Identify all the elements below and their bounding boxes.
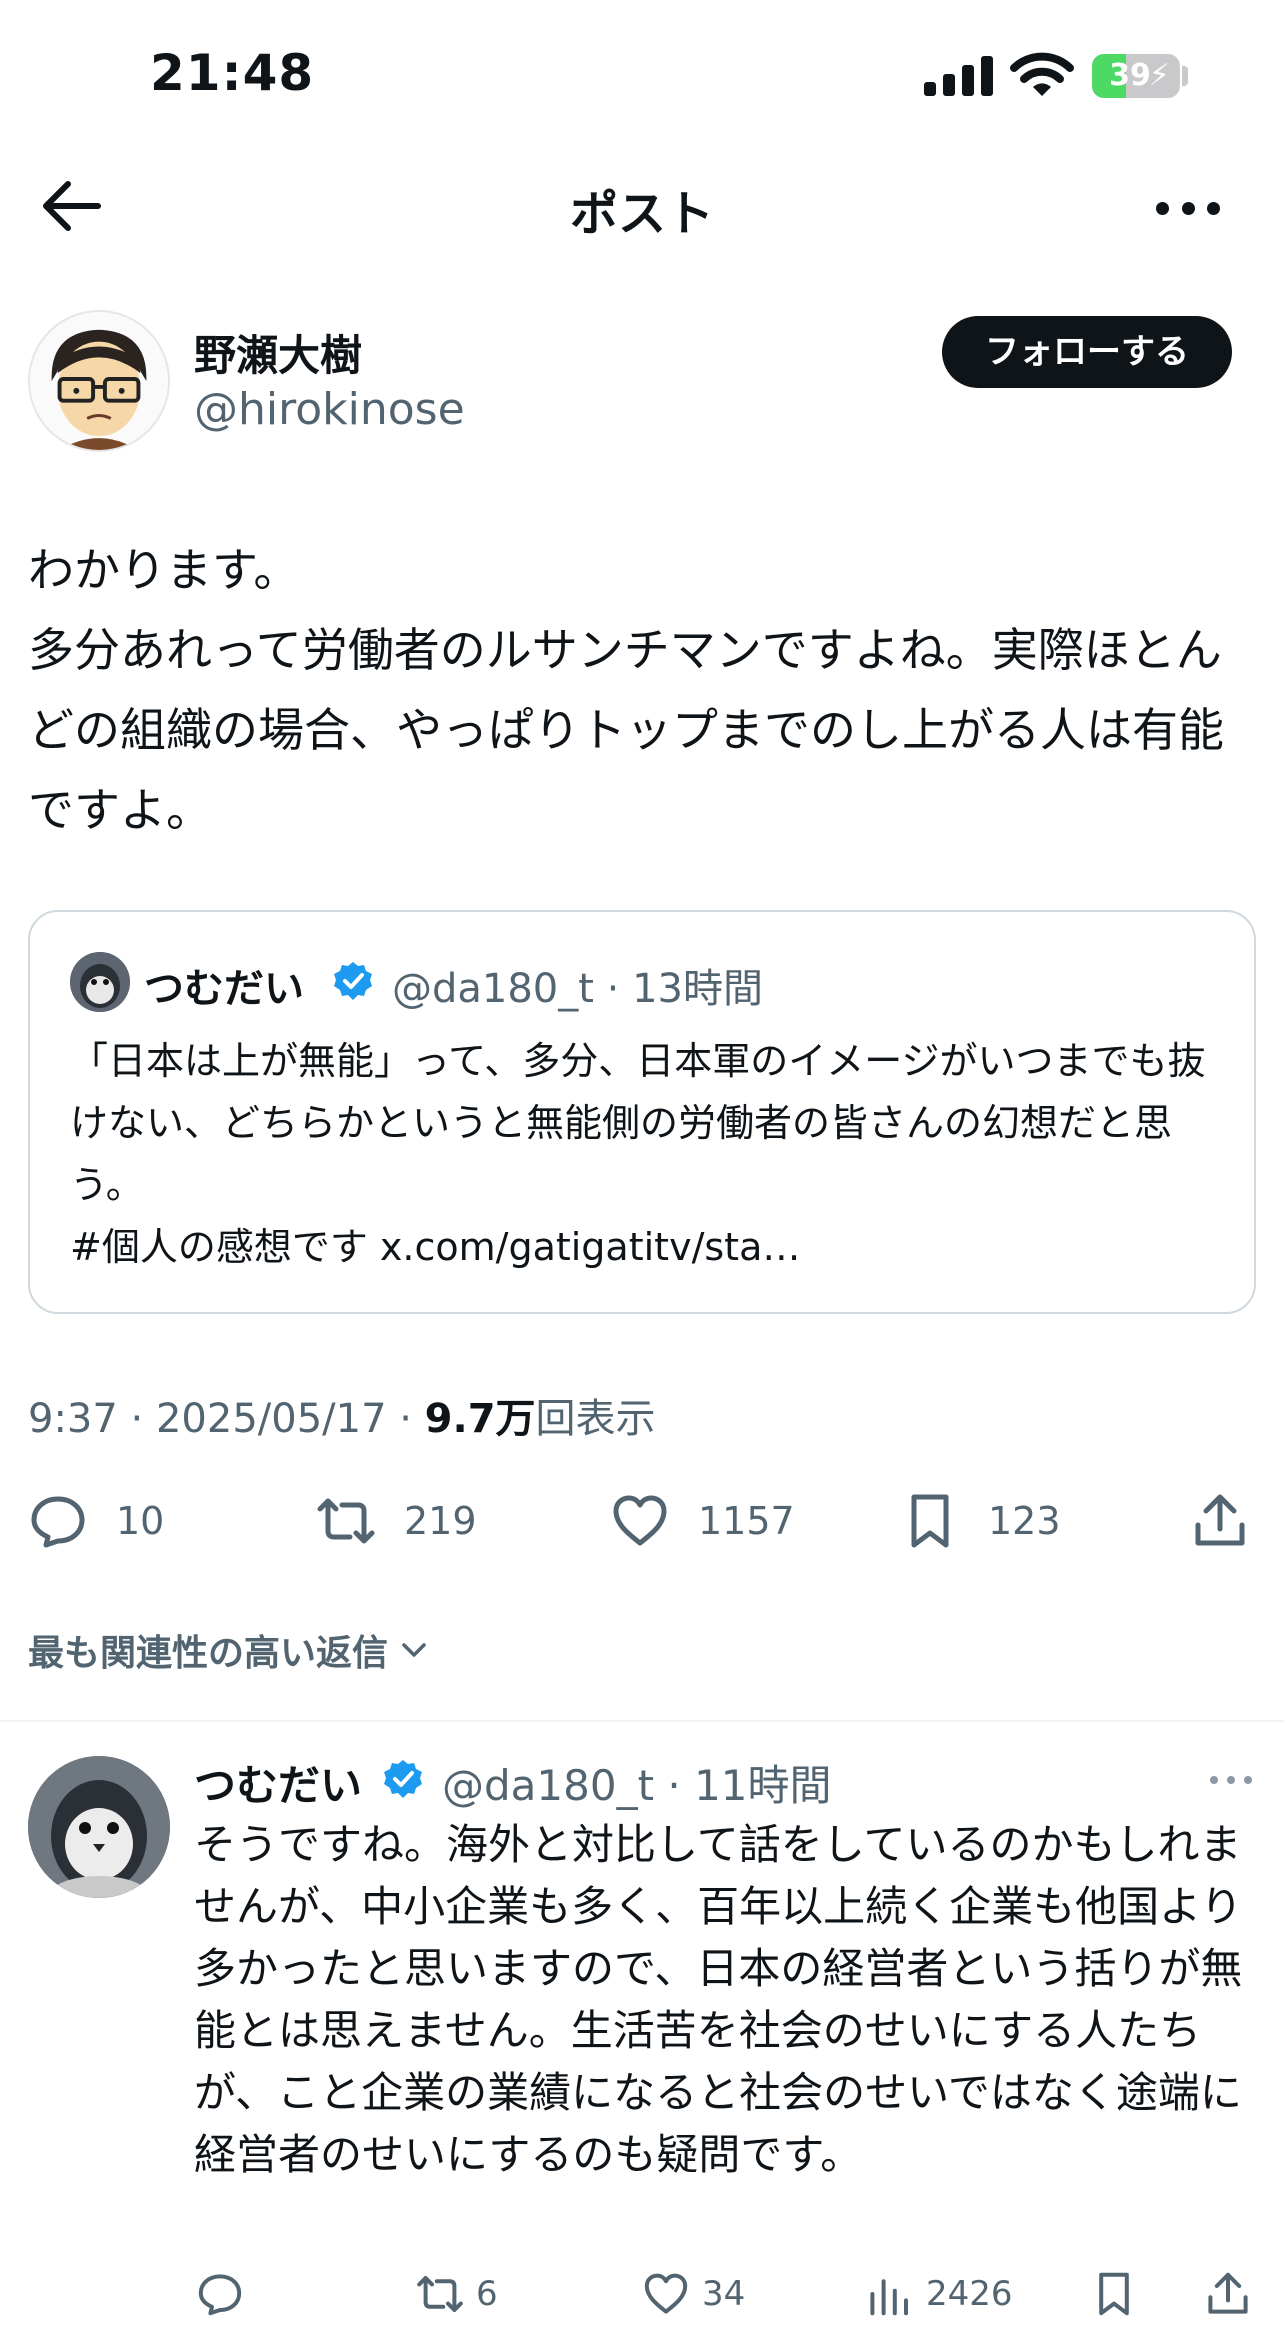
- heart-icon: [613, 1495, 667, 1546]
- reply-repost-count: 6: [476, 2274, 498, 2314]
- reply-text: そうですね。海外と対比して話をしているのかもしれませんが、中小企業も多く、百年以…: [194, 1820, 1243, 2179]
- verified-badge-icon: [384, 1760, 422, 1798]
- reply-icon: [31, 1496, 85, 1548]
- avatar-illustration: [28, 1756, 170, 1898]
- status-bar: 21:48 39 ⚡: [0, 0, 1284, 150]
- bookmark-icon: [1099, 2272, 1129, 2316]
- reply-views-count: 2426: [926, 2274, 1013, 2314]
- reply-reply-button[interactable]: [196, 2266, 244, 2322]
- verified-badge-icon: [334, 962, 372, 1000]
- page-title: ポスト: [569, 186, 714, 242]
- quote-author-avatar: [70, 952, 130, 1012]
- bookmark-count: 123: [988, 1499, 1061, 1543]
- avatar-illustration: [30, 312, 168, 450]
- share-button[interactable]: [1190, 1486, 1250, 1556]
- repost-icon: [317, 1498, 375, 1544]
- post-text: わかります。 多分あれって労働者のルサンチマンですよね。実際ほとんどの組織の場合…: [28, 543, 1224, 837]
- reply-author-name[interactable]: つむだい: [194, 1752, 362, 1813]
- repost-icon: [417, 2276, 463, 2312]
- reply-author-handle[interactable]: @da180_t · 11時間: [442, 1752, 832, 1813]
- reply-views-button[interactable]: 2426: [866, 2266, 1013, 2322]
- reply-repost-button[interactable]: 6: [416, 2266, 498, 2322]
- divider: [0, 1720, 1284, 1722]
- reply-action-bar: 6 34 2426: [0, 2266, 1284, 2322]
- quote-author-handle: @da180_t · 13時間: [392, 966, 763, 1012]
- quote-author-name: つむだい: [144, 966, 304, 1012]
- follow-button[interactable]: フォローする: [942, 316, 1232, 388]
- analytics-icon: [870, 2279, 908, 2316]
- status-time: 21:48: [150, 44, 315, 102]
- author-name[interactable]: 野瀬大樹: [194, 322, 362, 383]
- reply-more-icon[interactable]: [1210, 1776, 1252, 1786]
- reply-bookmark-button[interactable]: [1090, 2266, 1138, 2322]
- views-label: 回表示: [535, 1396, 656, 1442]
- author-handle[interactable]: @hirokinose: [194, 384, 465, 435]
- views-count: 9.7万: [424, 1396, 536, 1442]
- like-button[interactable]: 1157: [610, 1486, 795, 1556]
- quoted-post-card[interactable]: つむだい @da180_t · 13時間 「日本は上が無能」って、多分、日本軍の…: [28, 910, 1256, 1314]
- like-count: 1157: [698, 1499, 795, 1543]
- post-meta: 9:37 · 2025/05/17 · 9.7万回表示: [28, 1386, 656, 1444]
- reply-like-count: 34: [702, 2274, 746, 2314]
- chevron-down-icon: [402, 1643, 426, 1657]
- more-icon[interactable]: [1156, 198, 1220, 218]
- reply-share-button[interactable]: [1204, 2266, 1252, 2322]
- battery-charging-icon: 39 ⚡: [1092, 54, 1180, 98]
- quote-text: 「日本は上が無能」って、多分、日本軍のイメージがいつまでも抜けない、どちらかとい…: [70, 1039, 1206, 1269]
- cellular-signal-icon: [924, 56, 994, 96]
- heart-icon: [644, 2273, 688, 2314]
- reply-count: 10: [116, 1499, 165, 1543]
- reply-sort-dropdown[interactable]: 最も関連性の高い返信: [28, 1624, 432, 1676]
- post-action-bar: 10 219 1157 123: [0, 1486, 1284, 1556]
- nav-bar: ポスト: [0, 150, 1284, 260]
- reply-sort-label: 最も関連性の高い返信: [28, 1633, 389, 1674]
- reply-author-avatar[interactable]: [28, 1756, 170, 1898]
- reply-button[interactable]: 10: [28, 1486, 164, 1556]
- bookmark-icon: [911, 1494, 949, 1548]
- share-icon: [1195, 1494, 1245, 1546]
- share-icon: [1208, 2272, 1248, 2314]
- reply-like-button[interactable]: 34: [642, 2266, 745, 2322]
- author-avatar[interactable]: [28, 310, 170, 452]
- repost-count: 219: [404, 1499, 477, 1543]
- post-timestamp: 9:37 · 2025/05/17 ·: [28, 1396, 425, 1442]
- reply-icon: [198, 2274, 242, 2316]
- bookmark-button[interactable]: 123: [900, 1486, 1061, 1556]
- repost-button[interactable]: 219: [316, 1486, 477, 1556]
- wifi-icon: [1010, 52, 1074, 96]
